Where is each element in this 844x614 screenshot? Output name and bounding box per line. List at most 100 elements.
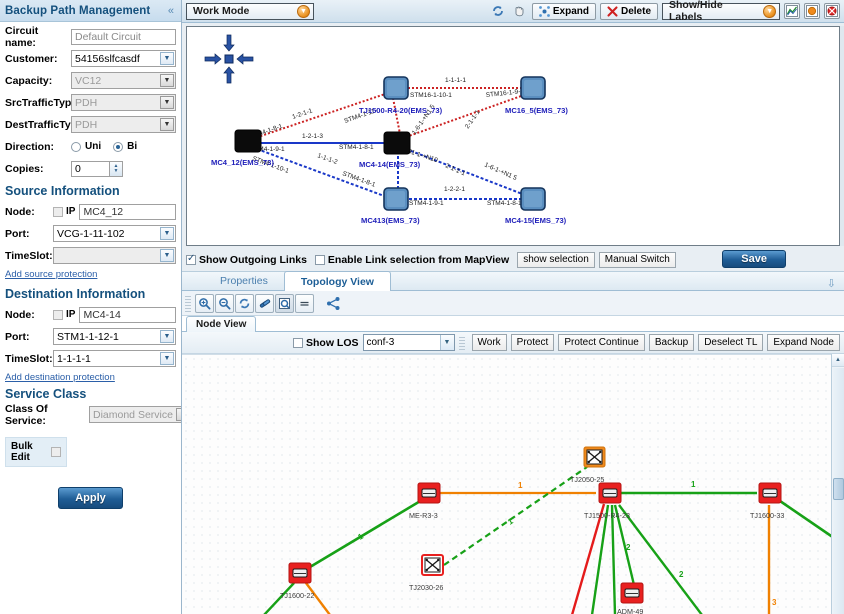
service-class-heading: Service Class — [5, 387, 87, 401]
show-los-option[interactable]: Show LOS — [293, 337, 359, 349]
show-outgoing-links-checkbox[interactable] — [186, 253, 196, 265]
link-icon[interactable] — [255, 293, 274, 313]
critical-red-icon[interactable] — [824, 3, 840, 19]
source-port-select[interactable]: VCG-1-11-102 ▼ — [53, 225, 176, 242]
link-label: STM16-1-9-1 — [485, 88, 524, 99]
enable-link-selection-option[interactable]: Enable Link selection from MapView — [314, 254, 509, 266]
src-traffic-type-select[interactable]: PDH ▼ — [71, 94, 176, 111]
source-timeslot-select[interactable]: ▼ — [53, 247, 176, 264]
node-tj2050-25[interactable]: TJ2050-25 — [570, 446, 606, 484]
dest-ip-checkbox[interactable] — [53, 309, 63, 320]
tab-properties[interactable]: Properties — [204, 271, 284, 290]
node-graph-edges — [263, 466, 838, 614]
node-tj1500-r4-23[interactable]: TJ1500-R4-23 — [584, 482, 630, 520]
tab-topology-view[interactable]: Topology View — [283, 271, 391, 291]
tab-node-view[interactable]: Node View — [186, 316, 257, 332]
field-dest-timeslot: TimeSlot: 1-1-1-1 ▼ — [5, 350, 176, 367]
zoom-in-icon[interactable] — [195, 293, 214, 313]
application-window: Backup Path Management « Circuit name: D… — [0, 0, 844, 614]
alarm-orange-icon[interactable] — [804, 3, 820, 19]
show-hide-labels-dropdown[interactable]: Show/Hide Labels ▼ — [662, 0, 780, 23]
source-node-input[interactable]: MC4_12 — [79, 203, 176, 220]
add-source-protection-link[interactable]: Add source protection — [5, 269, 176, 280]
share-layout-icon[interactable] — [324, 294, 343, 313]
chevron-double-down-icon[interactable]: ⇩ — [827, 277, 836, 290]
apply-button[interactable]: Apply — [58, 487, 123, 509]
node-toolbar-grip[interactable] — [458, 335, 465, 350]
show-los-checkbox[interactable] — [293, 337, 303, 348]
map-link[interactable] — [392, 97, 401, 135]
scrollbar-thumb[interactable] — [833, 478, 844, 500]
work-mode-dropdown[interactable]: Work Mode ▼ — [186, 2, 314, 20]
expand-node-button[interactable]: Expand Node — [767, 334, 840, 351]
direction-bi-radio[interactable] — [113, 141, 124, 152]
show-los-label: Show LOS — [306, 336, 359, 349]
node-tj2030-26[interactable]: TJ2030-26 — [409, 554, 444, 592]
bulk-edit-checkbox[interactable] — [51, 447, 61, 457]
delete-button[interactable]: Delete — [599, 2, 658, 20]
manual-switch-button[interactable]: Manual Switch — [598, 251, 676, 268]
node-tj1600-33[interactable]: TJ1600-33 — [750, 482, 784, 520]
node-view-canvas[interactable]: 1 3 1 1 1 2 2 TJ2050-25 ME-R3-3 TJ1500-R… — [182, 354, 844, 614]
dest-node-input[interactable]: MC4-14 — [79, 306, 176, 323]
close-icon — [607, 5, 618, 17]
link-label: 1-2-2-1 — [444, 186, 465, 193]
deselect-tl-button[interactable]: Deselect TL — [698, 334, 764, 351]
direction-uni-radio[interactable] — [71, 141, 81, 152]
edge-label: 1 — [518, 481, 523, 490]
map-options-row: Show Outgoing Links Enable Link selectio… — [186, 250, 840, 269]
node-link[interactable] — [443, 466, 588, 566]
backup-button[interactable]: Backup — [648, 334, 695, 351]
node-link[interactable] — [779, 499, 838, 542]
save-button[interactable]: Save — [722, 250, 786, 268]
apply-button-row: Apply — [5, 487, 176, 509]
source-ip-checkbox[interactable] — [53, 206, 63, 217]
enable-link-selection-checkbox[interactable] — [314, 254, 325, 265]
chart-icon[interactable] — [784, 3, 800, 19]
protect-button[interactable]: Protect — [510, 334, 555, 351]
node-tj1600-22[interactable]: TJ1600-22 — [280, 562, 314, 600]
scroll-up-icon[interactable]: ▲ — [832, 354, 844, 367]
expand-button[interactable]: Expand — [531, 2, 596, 20]
node-label: TJ2030-26 — [409, 583, 443, 592]
collapse-panel-icon[interactable]: « — [166, 5, 176, 17]
capacity-label: Capacity: — [5, 74, 53, 87]
node-view-tabstrip: Node View — [182, 316, 844, 332]
add-destination-protection-link[interactable]: Add destination protection — [5, 372, 176, 383]
hand-pan-icon[interactable] — [511, 3, 528, 20]
equals-icon[interactable] — [295, 293, 314, 313]
spinner-arrows-icon[interactable]: ▲ ▼ — [109, 160, 123, 177]
dest-port-select[interactable]: STM1-1-12-1 ▼ — [53, 328, 176, 345]
direction-label: Direction: — [5, 140, 55, 153]
copies-stepper[interactable]: 0 ▲ ▼ — [71, 160, 123, 177]
circuit-name-input[interactable]: Default Circuit — [71, 28, 176, 45]
node-view-scrollbar[interactable]: ▲ — [831, 354, 844, 614]
show-outgoing-links-option[interactable]: Show Outgoing Links — [186, 253, 307, 266]
node-link[interactable] — [610, 504, 617, 614]
page-title: Backup Path Management — [5, 4, 151, 17]
work-button[interactable]: Work — [471, 334, 507, 351]
chevron-down-icon: ▼ — [175, 408, 181, 421]
map-node-label: MC4-14(EMS_73) — [359, 160, 421, 169]
chevron-down-icon: ▼ — [160, 227, 174, 240]
protect-continue-button[interactable]: Protect Continue — [558, 334, 645, 351]
customer-select[interactable]: 54156slfcasdf ▼ — [71, 50, 176, 67]
node-adm-49[interactable]: ADM-49 — [617, 582, 644, 614]
toolbar-grip[interactable] — [185, 294, 191, 312]
node-me-r3-3[interactable]: ME-R3-3 — [409, 482, 441, 520]
refresh-icon[interactable] — [235, 293, 254, 313]
dest-timeslot-select[interactable]: 1-1-1-1 ▼ — [53, 350, 176, 367]
class-of-service-select[interactable]: Diamond Service ▼ — [89, 406, 181, 423]
fit-icon[interactable] — [275, 293, 294, 313]
edge-label: 2 — [679, 570, 684, 579]
conf-select[interactable]: conf-3 ▼ — [362, 334, 455, 351]
map-vertical-scrollbar[interactable] — [840, 26, 844, 246]
topology-map-canvas[interactable]: 1-2-1-1 STM4-1-11- 1-1-1-1 STM16-1-10-1 … — [186, 26, 840, 246]
refresh-icon[interactable] — [490, 3, 507, 20]
zoom-out-icon[interactable] — [215, 293, 234, 313]
capacity-select[interactable]: VC12 ▼ — [71, 72, 176, 89]
copies-value[interactable]: 0 — [71, 160, 109, 177]
dest-traffic-type-select[interactable]: PDH ▼ — [71, 116, 176, 133]
show-selection-button[interactable]: show selection — [517, 251, 595, 268]
node-link[interactable] — [309, 498, 423, 569]
